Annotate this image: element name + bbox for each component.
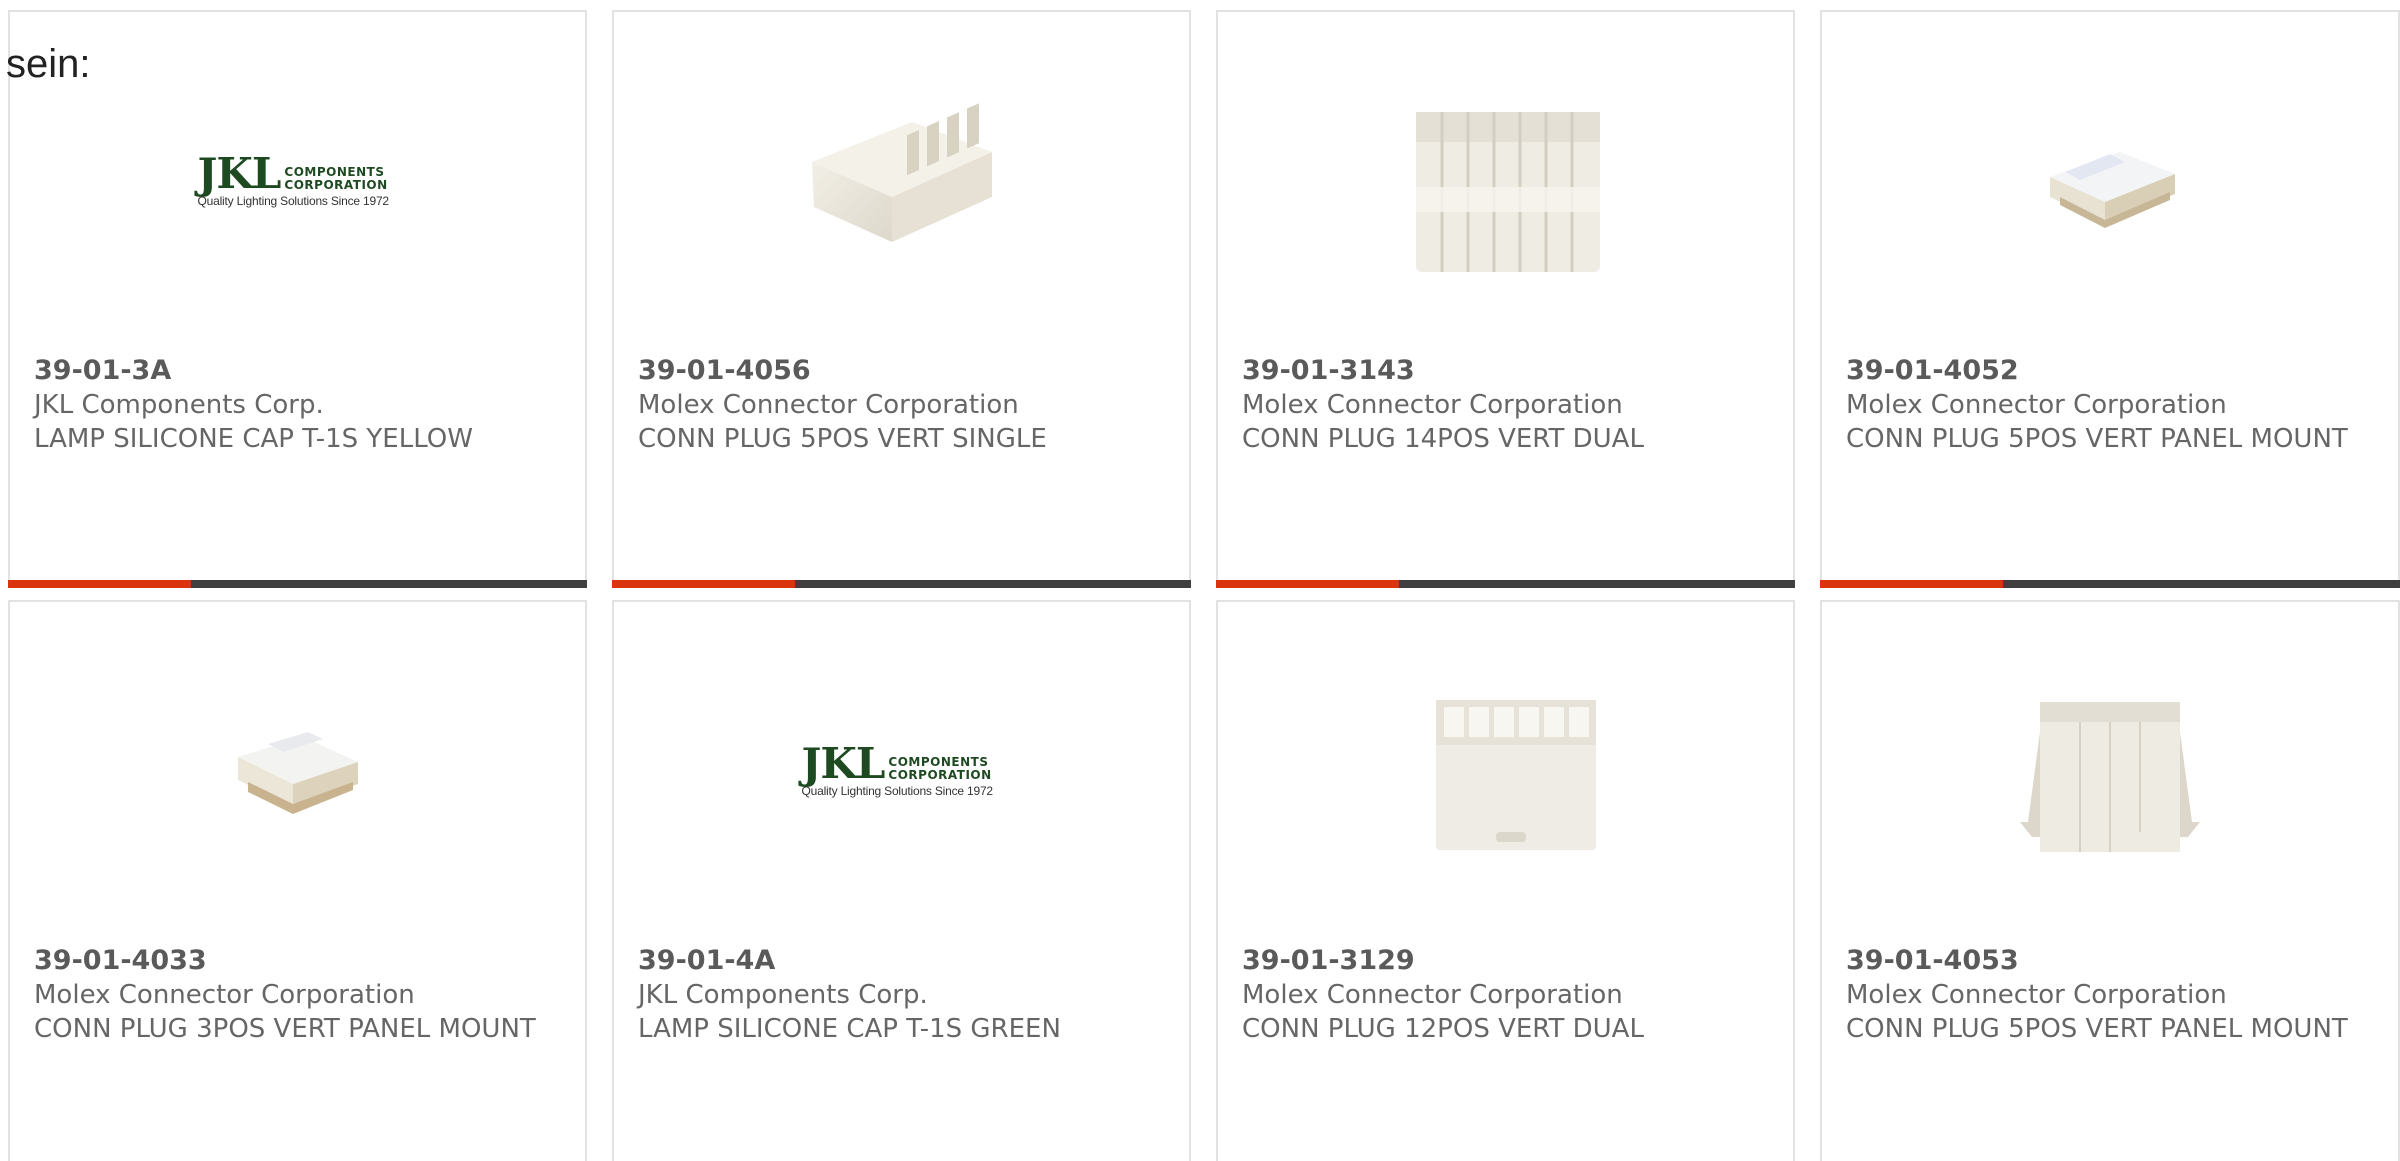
jkl-logo-tagline: Quality Lighting Solutions Since 1972 (801, 784, 994, 798)
manufacturer: Molex Connector Corporation (638, 390, 1019, 420)
product-image: JKL COMPONENTS CORPORATION Quality Light… (198, 82, 398, 282)
connector-image-icon (237, 732, 358, 814)
description: CONN PLUG 5POS VERT PANEL MOUNT (1846, 1014, 2348, 1044)
product-image (2010, 672, 2210, 872)
jkl-logo-name: JKL (197, 149, 282, 198)
manufacturer: Molex Connector Corporation (1846, 390, 2227, 420)
description: CONN PLUG 3POS VERT PANEL MOUNT (34, 1014, 536, 1044)
part-number[interactable]: 39-01-4053 (1846, 944, 2374, 978)
description: CONN PLUG 12POS VERT DUAL (1242, 1014, 1644, 1044)
description: CONN PLUG 5POS VERT PANEL MOUNT (1846, 424, 2348, 454)
product-image (2010, 82, 2210, 282)
jkl-logo-tagline: Quality Lighting Solutions Since 1972 (197, 194, 390, 208)
description: LAMP SILICONE CAP T-1S YELLOW (34, 424, 473, 454)
product-image (1406, 82, 1606, 282)
jkl-logo: JKL COMPONENTS CORPORATION Quality Light… (197, 149, 398, 209)
part-number[interactable]: 39-01-4052 (1846, 354, 2374, 388)
card-bar (1216, 580, 1795, 588)
connector-image-icon (2050, 152, 2175, 228)
jkl-logo-line2: CORPORATION (888, 768, 992, 782)
jkl-logo: JKL COMPONENTS CORPORATION Quality Light… (801, 739, 1002, 799)
part-number[interactable]: 39-01-4033 (34, 944, 561, 978)
card-bar-accent (8, 580, 191, 588)
connector-image-icon (811, 103, 992, 242)
product-image (802, 82, 1002, 282)
description: CONN PLUG 14POS VERT DUAL (1242, 424, 1644, 454)
product-card[interactable]: 39-01-4033 Molex Connector Corporation C… (8, 600, 587, 1161)
connector-image-icon (2020, 702, 2200, 852)
part-number[interactable]: 39-01-4A (638, 944, 1165, 978)
manufacturer: Molex Connector Corporation (1242, 980, 1623, 1010)
card-bar-accent (1820, 580, 2003, 588)
part-number[interactable]: 39-01-3143 (1242, 354, 1769, 388)
card-bar (612, 580, 1191, 588)
product-grid: JKL COMPONENTS CORPORATION Quality Light… (8, 10, 2400, 1161)
jkl-logo-line2: CORPORATION (284, 178, 388, 192)
part-number[interactable]: 39-01-3129 (1242, 944, 1769, 978)
card-bar (1820, 580, 2400, 588)
jkl-logo-line1: COMPONENTS (284, 165, 385, 179)
part-number[interactable]: 39-01-4056 (638, 354, 1165, 388)
product-image: JKL COMPONENTS CORPORATION Quality Light… (802, 672, 1002, 872)
product-card[interactable]: 39-01-4052 Molex Connector Corporation C… (1820, 10, 2400, 588)
connector-image-icon (1415, 112, 1600, 272)
manufacturer: Molex Connector Corporation (1846, 980, 2227, 1010)
product-card[interactable]: 39-01-3143 Molex Connector Corporation C… (1216, 10, 1795, 588)
manufacturer: JKL Components Corp. (34, 390, 324, 420)
part-number[interactable]: 39-01-3A (34, 354, 561, 388)
manufacturer: Molex Connector Corporation (34, 980, 415, 1010)
manufacturer: JKL Components Corp. (638, 980, 928, 1010)
product-card[interactable]: JKL COMPONENTS CORPORATION Quality Light… (8, 10, 587, 588)
description: LAMP SILICONE CAP T-1S GREEN (638, 1014, 1061, 1044)
connector-image-icon (1435, 700, 1596, 850)
jkl-logo-line1: COMPONENTS (888, 755, 989, 769)
product-card[interactable]: 39-01-4056 Molex Connector Corporation C… (612, 10, 1191, 588)
description: CONN PLUG 5POS VERT SINGLE (638, 424, 1047, 454)
product-card[interactable]: 39-01-4053 Molex Connector Corporation C… (1820, 600, 2400, 1161)
prefix-text: sein: (6, 42, 91, 86)
card-bar-accent (1216, 580, 1399, 588)
product-image (1406, 672, 1606, 872)
product-card[interactable]: JKL COMPONENTS CORPORATION Quality Light… (612, 600, 1191, 1161)
card-bar (8, 580, 587, 588)
page: sein: JKL COMPONENTS CORPORATION Quality… (0, 0, 2400, 1161)
product-image (198, 672, 398, 872)
jkl-logo-name: JKL (801, 739, 886, 788)
card-bar-accent (612, 580, 795, 588)
product-card[interactable]: 39-01-3129 Molex Connector Corporation C… (1216, 600, 1795, 1161)
manufacturer: Molex Connector Corporation (1242, 390, 1623, 420)
